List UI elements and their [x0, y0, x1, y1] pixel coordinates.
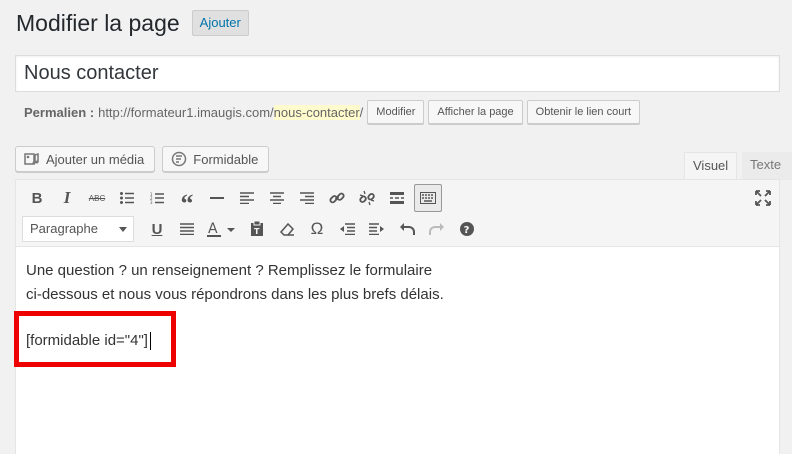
permalink-bar: Permalien : http://formateur1.imaugis.co…	[24, 99, 641, 125]
blockquote-icon[interactable]: “	[172, 184, 202, 217]
bold-icon[interactable]: B	[22, 184, 52, 212]
align-center-icon[interactable]	[262, 184, 292, 212]
underline-icon[interactable]: U	[142, 215, 172, 243]
chevron-down-icon	[119, 227, 127, 232]
format-select[interactable]: Paragraphe	[22, 216, 134, 242]
page-title: Modifier la page	[16, 10, 180, 36]
permalink-slug[interactable]: nous-contacter	[273, 104, 360, 120]
toolbar-row-1: B I ABC 123 “	[22, 184, 442, 217]
toolbar-toggle-icon[interactable]	[414, 184, 442, 212]
svg-text:A: A	[208, 221, 218, 237]
redo-icon[interactable]	[422, 215, 452, 243]
permalink-trailing: /	[359, 104, 364, 120]
add-new-button[interactable]: Ajouter	[191, 10, 249, 36]
toolbar-row-2: Paragraphe U A T Ω ?	[22, 215, 482, 243]
paste-as-text-icon[interactable]: T	[242, 215, 272, 243]
permalink-base-url[interactable]: http://formateur1.imaugis.com/	[98, 105, 274, 120]
align-left-icon[interactable]	[232, 184, 262, 212]
permalink-label: Permalien :	[24, 104, 95, 120]
svg-text:?: ?	[464, 225, 470, 236]
media-buttons: Ajouter un média Formidable	[15, 146, 276, 172]
content-line-2: ci-dessous et nous vous répondrons dans …	[26, 286, 444, 303]
strikethrough-icon[interactable]: ABC	[82, 184, 112, 212]
undo-icon[interactable]	[392, 215, 422, 243]
content-line-1: Une question ? un renseignement ? Rempli…	[26, 262, 433, 279]
add-media-label: Ajouter un média	[46, 151, 145, 167]
formidable-label: Formidable	[193, 151, 259, 167]
svg-text:T: T	[254, 227, 260, 236]
formidable-icon	[172, 151, 187, 167]
special-character-icon[interactable]: Ω	[302, 215, 332, 243]
add-media-button[interactable]: Ajouter un média	[15, 146, 156, 172]
post-title-input[interactable]: Nous contacter	[15, 55, 780, 92]
tab-visual[interactable]: Visuel	[684, 152, 738, 180]
insert-link-icon[interactable]	[322, 184, 352, 212]
align-right-icon[interactable]	[292, 184, 322, 212]
outdent-icon[interactable]	[332, 215, 362, 243]
remove-link-icon[interactable]	[352, 184, 382, 212]
get-shortlink-button[interactable]: Obtenir le lien court	[526, 100, 641, 124]
formidable-button[interactable]: Formidable	[162, 146, 270, 172]
tab-text[interactable]: Texte	[742, 152, 792, 180]
format-select-value: Paragraphe	[30, 221, 98, 236]
help-icon[interactable]: ?	[452, 215, 482, 243]
view-page-button[interactable]: Afficher la page	[428, 100, 523, 124]
italic-icon[interactable]: I	[52, 184, 82, 212]
edit-permalink-button[interactable]: Modifier	[367, 100, 425, 124]
editor-toolbar: B I ABC 123 “ Paragraphe U A T Ω ?	[16, 180, 779, 247]
fullscreen-icon[interactable]	[753, 188, 773, 208]
text-color-icon[interactable]: A	[202, 215, 242, 243]
numbered-list-icon[interactable]: 123	[142, 184, 172, 212]
justify-icon[interactable]	[172, 215, 202, 243]
horizontal-rule-icon[interactable]	[202, 184, 232, 212]
indent-icon[interactable]	[362, 215, 392, 243]
highlight-box	[14, 311, 176, 367]
read-more-icon[interactable]	[382, 184, 412, 212]
svg-text:3: 3	[150, 200, 153, 204]
media-icon	[24, 152, 39, 165]
bullet-list-icon[interactable]	[112, 184, 142, 212]
page-heading: Modifier la page Ajouter	[16, 6, 249, 40]
clear-formatting-icon[interactable]	[272, 215, 302, 243]
